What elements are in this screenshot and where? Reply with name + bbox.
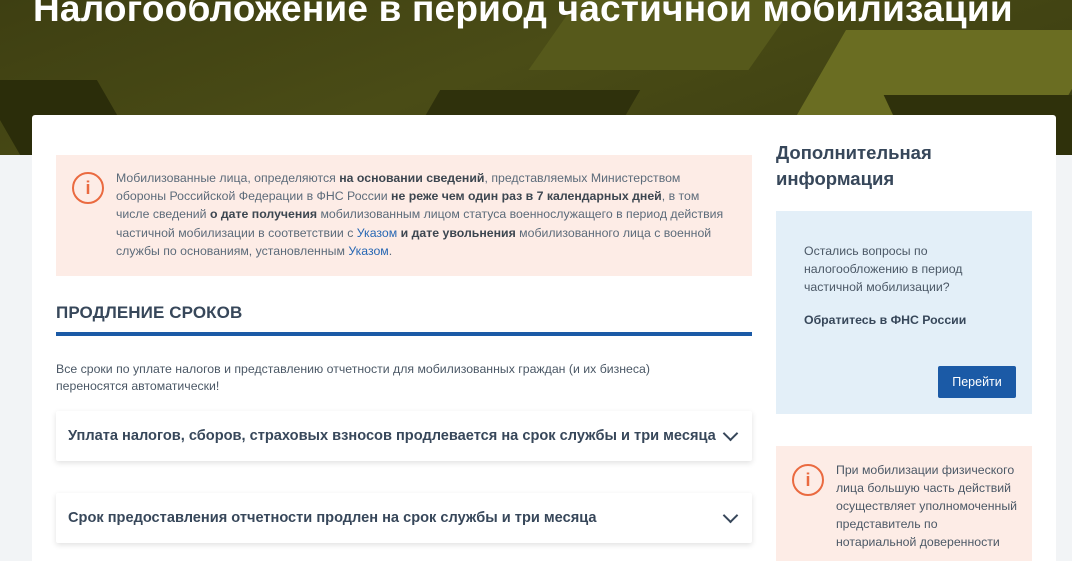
section-divider xyxy=(56,332,752,336)
chevron-down-icon[interactable] xyxy=(724,511,738,525)
go-button[interactable]: Перейти xyxy=(938,366,1016,398)
contact-box: Остались вопросы по налогообложению в пе… xyxy=(776,211,1032,414)
chevron-down-icon[interactable] xyxy=(724,429,738,443)
content-card: i Мобилизованные лица, определяются на о… xyxy=(32,115,1056,561)
page-title: Налогообложение в период частичной мобил… xyxy=(33,0,1013,29)
accordion-label: Срок предоставления отчетности продлен н… xyxy=(68,510,597,526)
sidebar-notice-text: При мобилизации физического лица большую… xyxy=(836,463,1018,549)
info-text-part: . xyxy=(388,243,393,258)
info-icon: i xyxy=(72,172,104,204)
section-lead: Все сроки по уплате налогов и представле… xyxy=(56,362,650,393)
contact-cta: Обратитесь в ФНС России xyxy=(804,313,967,327)
info-text-bold: на основании сведений xyxy=(339,171,485,185)
accordion-item-tax-payment[interactable]: Уплата налогов, сборов, страховых взносо… xyxy=(56,411,752,461)
info-text-part: Мобилизованные лица, определяются xyxy=(116,171,340,185)
info-notice: i Мобилизованные лица, определяются на о… xyxy=(56,155,752,276)
decree-link[interactable]: Указом xyxy=(357,226,397,240)
accordion-label: Уплата налогов, сборов, страховых взносо… xyxy=(68,428,716,444)
section-title: ПРОДЛЕНИЕ СРОКОВ xyxy=(56,303,243,322)
info-text: Мобилизованные лица, определяются на осн… xyxy=(116,169,732,260)
sidebar-notice: i При мобилизации физического лица больш… xyxy=(776,446,1032,561)
contact-question: Остались вопросы по налогообложению в пе… xyxy=(804,244,963,294)
info-text-bold: не реже чем один раз в 7 календарных дне… xyxy=(391,189,662,204)
info-text-bold: о дате получения xyxy=(209,207,318,222)
info-text-bold: и дате увольнения xyxy=(400,225,516,240)
accordion-item-reporting[interactable]: Срок предоставления отчетности продлен н… xyxy=(56,493,752,543)
sidebar-title: Дополнительная информация xyxy=(776,142,932,189)
info-icon: i xyxy=(792,464,824,496)
decree-link[interactable]: Указом xyxy=(348,244,388,258)
